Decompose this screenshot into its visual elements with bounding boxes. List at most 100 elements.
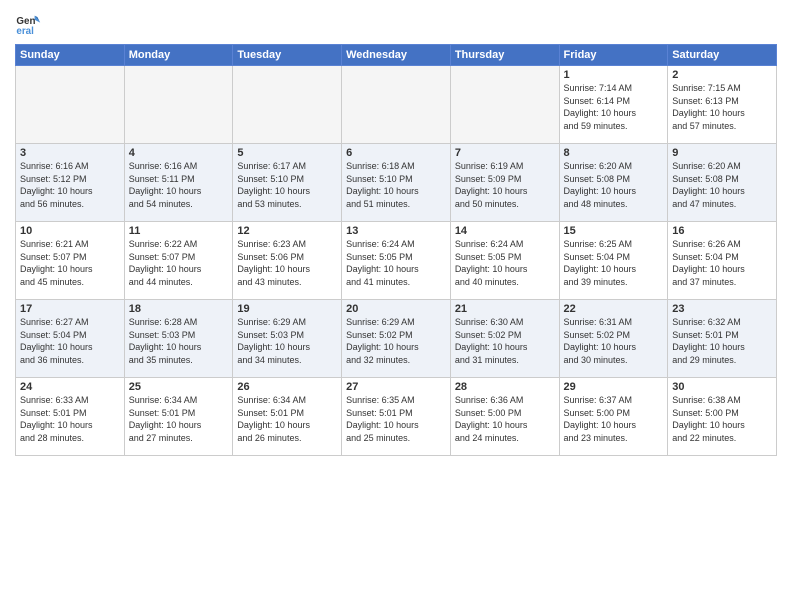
weekday-monday: Monday xyxy=(124,45,233,66)
day-info: Sunrise: 6:33 AM Sunset: 5:01 PM Dayligh… xyxy=(20,394,120,444)
day-number: 18 xyxy=(129,303,229,315)
day-info: Sunrise: 6:18 AM Sunset: 5:10 PM Dayligh… xyxy=(346,160,446,210)
calendar-cell xyxy=(233,66,342,144)
calendar-cell xyxy=(342,66,451,144)
weekday-thursday: Thursday xyxy=(450,45,559,66)
calendar-cell: 20Sunrise: 6:29 AM Sunset: 5:02 PM Dayli… xyxy=(342,300,451,378)
calendar-cell xyxy=(450,66,559,144)
weekday-sunday: Sunday xyxy=(16,45,125,66)
calendar-cell: 28Sunrise: 6:36 AM Sunset: 5:00 PM Dayli… xyxy=(450,378,559,456)
weekday-tuesday: Tuesday xyxy=(233,45,342,66)
calendar-cell: 5Sunrise: 6:17 AM Sunset: 5:10 PM Daylig… xyxy=(233,144,342,222)
calendar-cell: 21Sunrise: 6:30 AM Sunset: 5:02 PM Dayli… xyxy=(450,300,559,378)
week-row-2: 3Sunrise: 6:16 AM Sunset: 5:12 PM Daylig… xyxy=(16,144,777,222)
day-number: 30 xyxy=(672,381,772,393)
day-number: 21 xyxy=(455,303,555,315)
day-info: Sunrise: 6:24 AM Sunset: 5:05 PM Dayligh… xyxy=(455,238,555,288)
day-info: Sunrise: 6:20 AM Sunset: 5:08 PM Dayligh… xyxy=(672,160,772,210)
day-number: 1 xyxy=(564,69,664,81)
day-info: Sunrise: 7:14 AM Sunset: 6:14 PM Dayligh… xyxy=(564,82,664,132)
calendar-cell: 10Sunrise: 6:21 AM Sunset: 5:07 PM Dayli… xyxy=(16,222,125,300)
day-info: Sunrise: 6:30 AM Sunset: 5:02 PM Dayligh… xyxy=(455,316,555,366)
week-row-3: 10Sunrise: 6:21 AM Sunset: 5:07 PM Dayli… xyxy=(16,222,777,300)
calendar-cell: 23Sunrise: 6:32 AM Sunset: 5:01 PM Dayli… xyxy=(668,300,777,378)
day-number: 28 xyxy=(455,381,555,393)
svg-text:eral: eral xyxy=(16,26,34,37)
calendar-cell: 14Sunrise: 6:24 AM Sunset: 5:05 PM Dayli… xyxy=(450,222,559,300)
day-number: 2 xyxy=(672,69,772,81)
day-number: 9 xyxy=(672,147,772,159)
day-number: 4 xyxy=(129,147,229,159)
day-info: Sunrise: 6:16 AM Sunset: 5:12 PM Dayligh… xyxy=(20,160,120,210)
day-number: 24 xyxy=(20,381,120,393)
day-number: 13 xyxy=(346,225,446,237)
day-number: 25 xyxy=(129,381,229,393)
day-info: Sunrise: 6:26 AM Sunset: 5:04 PM Dayligh… xyxy=(672,238,772,288)
day-info: Sunrise: 6:19 AM Sunset: 5:09 PM Dayligh… xyxy=(455,160,555,210)
calendar-cell: 29Sunrise: 6:37 AM Sunset: 5:00 PM Dayli… xyxy=(559,378,668,456)
day-number: 23 xyxy=(672,303,772,315)
weekday-wednesday: Wednesday xyxy=(342,45,451,66)
day-number: 20 xyxy=(346,303,446,315)
calendar-page: Gen eral SundayMondayTuesdayWednesdayThu… xyxy=(0,0,792,612)
calendar-cell: 12Sunrise: 6:23 AM Sunset: 5:06 PM Dayli… xyxy=(233,222,342,300)
day-number: 7 xyxy=(455,147,555,159)
day-info: Sunrise: 6:20 AM Sunset: 5:08 PM Dayligh… xyxy=(564,160,664,210)
calendar-cell: 26Sunrise: 6:34 AM Sunset: 5:01 PM Dayli… xyxy=(233,378,342,456)
weekday-friday: Friday xyxy=(559,45,668,66)
day-info: Sunrise: 6:29 AM Sunset: 5:02 PM Dayligh… xyxy=(346,316,446,366)
day-info: Sunrise: 6:16 AM Sunset: 5:11 PM Dayligh… xyxy=(129,160,229,210)
day-number: 22 xyxy=(564,303,664,315)
calendar-cell: 30Sunrise: 6:38 AM Sunset: 5:00 PM Dayli… xyxy=(668,378,777,456)
day-info: Sunrise: 6:28 AM Sunset: 5:03 PM Dayligh… xyxy=(129,316,229,366)
day-number: 3 xyxy=(20,147,120,159)
calendar-cell: 17Sunrise: 6:27 AM Sunset: 5:04 PM Dayli… xyxy=(16,300,125,378)
calendar-cell: 3Sunrise: 6:16 AM Sunset: 5:12 PM Daylig… xyxy=(16,144,125,222)
calendar-cell: 1Sunrise: 7:14 AM Sunset: 6:14 PM Daylig… xyxy=(559,66,668,144)
day-number: 15 xyxy=(564,225,664,237)
day-info: Sunrise: 6:25 AM Sunset: 5:04 PM Dayligh… xyxy=(564,238,664,288)
day-info: Sunrise: 6:32 AM Sunset: 5:01 PM Dayligh… xyxy=(672,316,772,366)
day-number: 16 xyxy=(672,225,772,237)
calendar-table: SundayMondayTuesdayWednesdayThursdayFrid… xyxy=(15,44,777,456)
day-number: 6 xyxy=(346,147,446,159)
day-info: Sunrise: 6:37 AM Sunset: 5:00 PM Dayligh… xyxy=(564,394,664,444)
day-number: 5 xyxy=(237,147,337,159)
day-number: 14 xyxy=(455,225,555,237)
calendar-cell: 27Sunrise: 6:35 AM Sunset: 5:01 PM Dayli… xyxy=(342,378,451,456)
header: Gen eral xyxy=(15,10,777,38)
calendar-cell: 24Sunrise: 6:33 AM Sunset: 5:01 PM Dayli… xyxy=(16,378,125,456)
calendar-cell: 7Sunrise: 6:19 AM Sunset: 5:09 PM Daylig… xyxy=(450,144,559,222)
day-info: Sunrise: 7:15 AM Sunset: 6:13 PM Dayligh… xyxy=(672,82,772,132)
day-info: Sunrise: 6:29 AM Sunset: 5:03 PM Dayligh… xyxy=(237,316,337,366)
day-info: Sunrise: 6:34 AM Sunset: 5:01 PM Dayligh… xyxy=(237,394,337,444)
logo-icon: Gen eral xyxy=(15,10,43,38)
day-number: 17 xyxy=(20,303,120,315)
calendar-cell: 22Sunrise: 6:31 AM Sunset: 5:02 PM Dayli… xyxy=(559,300,668,378)
weekday-saturday: Saturday xyxy=(668,45,777,66)
calendar-cell: 16Sunrise: 6:26 AM Sunset: 5:04 PM Dayli… xyxy=(668,222,777,300)
logo: Gen eral xyxy=(15,10,47,38)
day-number: 19 xyxy=(237,303,337,315)
calendar-cell: 9Sunrise: 6:20 AM Sunset: 5:08 PM Daylig… xyxy=(668,144,777,222)
day-number: 26 xyxy=(237,381,337,393)
calendar-cell: 25Sunrise: 6:34 AM Sunset: 5:01 PM Dayli… xyxy=(124,378,233,456)
day-number: 8 xyxy=(564,147,664,159)
day-number: 29 xyxy=(564,381,664,393)
calendar-cell: 15Sunrise: 6:25 AM Sunset: 5:04 PM Dayli… xyxy=(559,222,668,300)
calendar-cell: 13Sunrise: 6:24 AM Sunset: 5:05 PM Dayli… xyxy=(342,222,451,300)
calendar-cell: 18Sunrise: 6:28 AM Sunset: 5:03 PM Dayli… xyxy=(124,300,233,378)
day-info: Sunrise: 6:24 AM Sunset: 5:05 PM Dayligh… xyxy=(346,238,446,288)
day-info: Sunrise: 6:38 AM Sunset: 5:00 PM Dayligh… xyxy=(672,394,772,444)
day-info: Sunrise: 6:21 AM Sunset: 5:07 PM Dayligh… xyxy=(20,238,120,288)
calendar-cell: 2Sunrise: 7:15 AM Sunset: 6:13 PM Daylig… xyxy=(668,66,777,144)
calendar-cell xyxy=(16,66,125,144)
weekday-header-row: SundayMondayTuesdayWednesdayThursdayFrid… xyxy=(16,45,777,66)
day-info: Sunrise: 6:35 AM Sunset: 5:01 PM Dayligh… xyxy=(346,394,446,444)
calendar-cell: 8Sunrise: 6:20 AM Sunset: 5:08 PM Daylig… xyxy=(559,144,668,222)
day-number: 12 xyxy=(237,225,337,237)
day-info: Sunrise: 6:22 AM Sunset: 5:07 PM Dayligh… xyxy=(129,238,229,288)
day-info: Sunrise: 6:34 AM Sunset: 5:01 PM Dayligh… xyxy=(129,394,229,444)
day-number: 10 xyxy=(20,225,120,237)
day-info: Sunrise: 6:17 AM Sunset: 5:10 PM Dayligh… xyxy=(237,160,337,210)
